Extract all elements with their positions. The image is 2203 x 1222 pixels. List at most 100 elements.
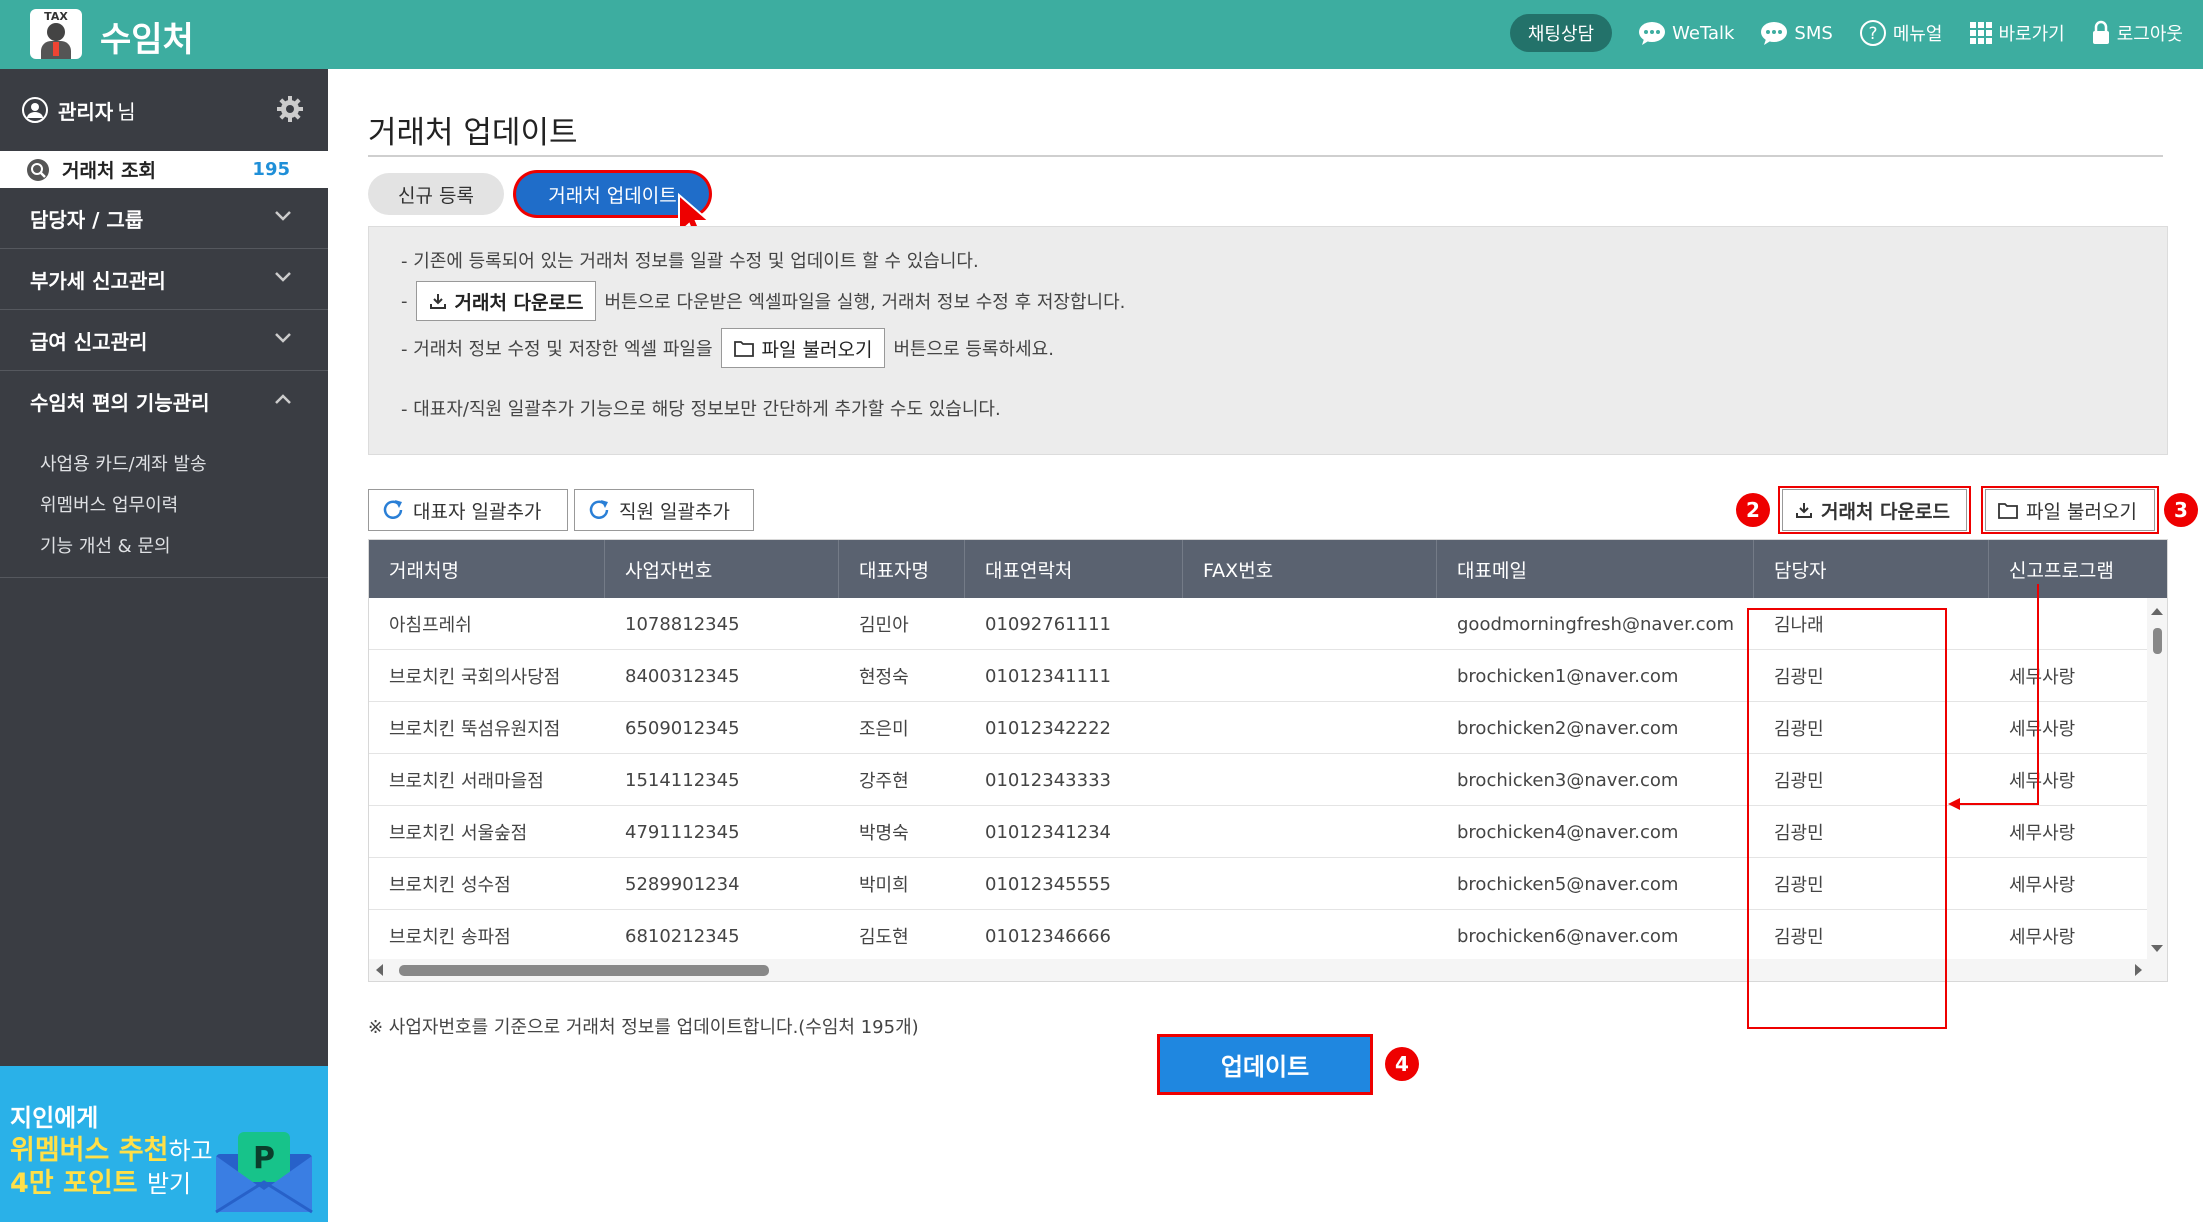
table-cell: 01012341111 [985,665,1111,687]
chat-consult-button[interactable]: 채팅상담 [1509,14,1613,52]
table-cell: 브로치킨 뚝섬유원지점 [389,719,561,740]
speech-bubble-icon [1638,21,1666,45]
question-circle-icon: ? [1859,19,1887,47]
add-ceo-bulk-button[interactable]: 대표자 일괄추가 [368,489,568,531]
column-header[interactable]: 대표자명 [839,540,965,598]
scroll-thumb[interactable] [399,965,769,976]
refresh-icon [383,500,403,519]
shortcut-label: 바로가기 [1998,24,2065,45]
grid-icon [1969,21,1993,45]
app-title[interactable]: 수임처 [100,12,194,61]
inline-load-file-button[interactable]: 파일 불러오기 [720,328,886,368]
top-nav: 채팅상담 WeTalk SMS ? 메뉴얼 바로가기 로그아웃 [1509,11,2183,55]
highlight-download [1778,486,1971,534]
banner-line3: 4만 포인트 받기 [10,1168,192,1199]
table-cell [1183,650,1437,702]
highlight-manager-column [1747,608,1947,1029]
admin-suffix: 님 [117,99,136,124]
table-cell: brochicken2@naver.com [1457,717,1679,739]
sidebar-item-client-search[interactable]: 거래처 조회 195 [0,151,328,188]
tab-new-registration[interactable]: 신규 등록 [368,173,504,215]
banner-badge-letter: P [253,1141,275,1176]
scroll-right-icon [2135,964,2142,976]
gear-icon[interactable] [276,95,304,123]
submenu-item-feedback[interactable]: 기능 개선 & 문의 [40,524,328,565]
wetalk-link[interactable]: WeTalk [1638,21,1734,45]
sidebar-item-label: 수임처 편의 기능관리 [30,391,210,415]
table-cell: 4791112345 [625,821,740,843]
logo-icon[interactable]: TAX [30,9,82,59]
wetalk-label: WeTalk [1672,22,1735,44]
guide-arrow [1948,584,2039,810]
table-cell: 01012346666 [985,925,1111,947]
sidebar-item-vat-report[interactable]: 부가세 신고관리 [0,249,328,310]
table-cell: 브로치킨 송파점 [389,927,511,948]
folder-icon [733,340,754,357]
sidebar: 관리자 님 거래처 조회 195 담당자 / 그룹 부가세 신고관리 급여 신고… [0,69,328,1222]
submenu-item-work-history[interactable]: 위멤버스 업무이력 [40,483,328,524]
table-cell: 1078812345 [625,613,740,635]
sidebar-item-payroll-report[interactable]: 급여 신고관리 [0,310,328,371]
logout-link[interactable]: 로그아웃 [2091,20,2183,46]
column-header[interactable]: 거래처명 [369,540,605,598]
manual-link[interactable]: ? 메뉴얼 [1859,19,1943,47]
scroll-left-icon [376,964,383,976]
column-header[interactable]: 대표메일 [1437,540,1754,598]
table-cell: 브로치킨 국회의사당점 [389,667,561,688]
sms-bubble-icon [1760,21,1788,45]
inline-download-button[interactable]: 거래처 다운로드 [415,281,597,321]
chevron-up-icon [274,393,292,405]
sidebar-item-manager-group[interactable]: 담당자 / 그룹 [0,188,328,249]
vertical-scrollbar[interactable] [2147,598,2167,960]
table-cell: 브로치킨 서래마을점 [389,771,544,792]
column-header[interactable]: 사업자번호 [605,540,839,598]
table-cell: 아침프레쉬 [389,615,472,636]
table-cell: goodmorningfresh@naver.com [1457,613,1735,635]
scroll-thumb[interactable] [2153,628,2162,654]
submenu-item-card-account[interactable]: 사업용 카드/계좌 발송 [40,442,328,483]
add-staff-bulk-button[interactable]: 직원 일괄추가 [574,489,754,531]
search-icon [26,158,50,182]
table-cell: 01092761111 [985,613,1111,635]
table-cell: 01012342222 [985,717,1111,739]
info-panel: - 기존에 등록되어 있는 거래처 정보를 일괄 수정 및 업데이트 할 수 있… [368,226,2168,455]
sidebar-item-label: 부가세 신고관리 [30,268,166,293]
sidebar-item-label: 급여 신고관리 [30,329,148,354]
info-line-4: - 대표자/직원 일괄추가 기능으로 해당 정보보만 간단하게 추가할 수도 있… [401,399,1001,420]
step-badge-2: 2 [1736,493,1770,527]
table-cell [1183,702,1437,754]
envelope-icon: P [215,1132,313,1214]
table-cell [1183,598,1437,650]
table-cell: 박미희 [859,875,909,896]
table-cell: 01012343333 [985,769,1111,791]
top-bar: TAX 수임처 채팅상담 WeTalk SMS ? 메뉴얼 바로가기 로그아웃 [0,0,2203,69]
highlight-load-file [1981,486,2159,534]
table-cell: brochicken4@naver.com [1457,821,1679,843]
table-cell: brochicken3@naver.com [1457,769,1679,791]
promo-banner[interactable]: 지인에게 위멤버스 추천하고 4만 포인트 받기 P [0,1066,328,1222]
manual-label: 메뉴얼 [1892,24,1943,45]
scroll-up-icon [2151,608,2163,615]
info-line-2: - 거래처 다운로드 버튼으로 다운받은 엑셀파일을 실행, 거래처 정보 수정… [401,281,1125,321]
column-header[interactable]: 대표연락처 [965,540,1183,598]
table-cell: 김민아 [859,615,909,636]
client-count-badge: 195 [252,159,290,180]
table-header: 거래처명 사업자번호 대표자명 대표연락처 FAX번호 대표메일 담당자 신고프… [369,540,2167,598]
update-button[interactable]: 업데이트 [1160,1037,1370,1092]
table-cell: 조은미 [859,719,909,740]
table-cell: 6509012345 [625,717,740,739]
table-cell [1183,910,1437,962]
table-cell: 김도현 [859,927,909,948]
table-cell: 세무사랑 [2009,927,2076,948]
sidebar-item-convenience[interactable]: 수임처 편의 기능관리 [0,371,328,432]
user-circle-icon [22,97,48,123]
shortcut-link[interactable]: 바로가기 [1969,20,2065,46]
column-header[interactable]: FAX번호 [1183,540,1437,598]
info-line-1: - 기존에 등록되어 있는 거래처 정보를 일괄 수정 및 업데이트 할 수 있… [401,251,979,272]
table-cell: 강주현 [859,771,909,792]
sms-link[interactable]: SMS [1760,21,1833,45]
step-badge-3: 3 [2164,493,2198,527]
scroll-down-icon [2151,945,2163,952]
table-cell [1183,806,1437,858]
table-cell: 6810212345 [625,925,740,947]
